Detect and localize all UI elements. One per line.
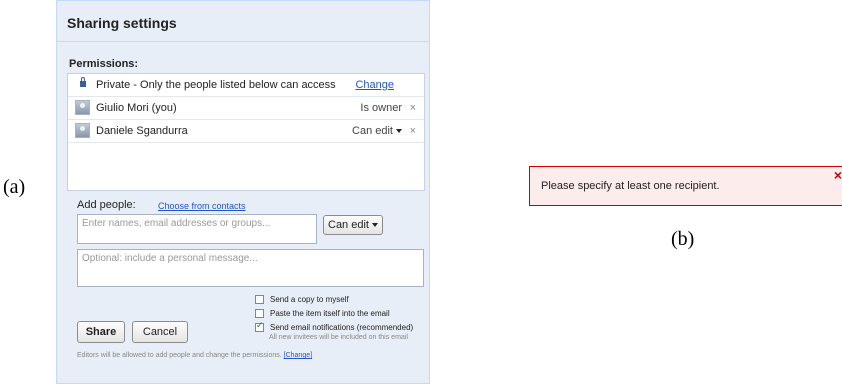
close-icon[interactable]: × — [834, 167, 842, 183]
avatar — [75, 123, 90, 138]
sharing-settings-dialog: Sharing settings Permissions: Private - … — [56, 0, 430, 384]
permissions-heading: Permissions: — [69, 58, 139, 70]
collaborator-name: Giulio Mori (you) — [96, 102, 177, 114]
email-notifications-checkbox[interactable] — [255, 320, 264, 332]
cancel-button[interactable]: Cancel — [132, 321, 188, 343]
choose-from-contacts-link[interactable]: Choose from contacts — [158, 201, 246, 211]
personal-message-input[interactable]: Optional: include a personal message... — [77, 249, 424, 287]
chevron-down-icon — [396, 129, 402, 134]
permission-select-label: Can edit — [328, 219, 369, 231]
title-divider — [57, 41, 429, 42]
footer-text: Editors will be allowed to add people an… — [77, 352, 282, 359]
permissions-list: Private - Only the people listed below c… — [67, 73, 425, 191]
option-label: Send a copy to myself — [270, 294, 349, 304]
error-message-box: Please specify at least one recipient. × — [529, 166, 842, 206]
option-send-copy[interactable]: Send a copy to myself — [255, 293, 349, 305]
option-label: Paste the item itself into the email — [270, 308, 390, 318]
add-people-input[interactable]: Enter names, email addresses or groups..… — [77, 214, 317, 244]
permission-row-visibility: Private - Only the people listed below c… — [68, 74, 424, 97]
change-visibility-link[interactable]: Change — [355, 79, 394, 91]
dialog-title: Sharing settings — [67, 15, 177, 31]
send-copy-checkbox[interactable] — [255, 294, 264, 304]
lock-icon — [80, 77, 86, 87]
footer-change-link[interactable]: [Change] — [284, 352, 312, 359]
figure-label-b: (b) — [671, 228, 695, 250]
role-dropdown-label: Can edit — [352, 125, 393, 137]
option-paste-item[interactable]: Paste the item itself into the email — [255, 307, 390, 319]
role-dropdown[interactable]: Can edit — [352, 125, 402, 137]
collaborator-name: Daniele Sgandurra — [96, 125, 188, 137]
permission-select[interactable]: Can edit — [323, 215, 383, 235]
permissions-footer: Editors will be allowed to add people an… — [77, 352, 312, 359]
share-button[interactable]: Share — [77, 321, 125, 343]
error-message: Please specify at least one recipient. — [541, 180, 720, 192]
chevron-down-icon — [371, 223, 378, 227]
remove-icon[interactable]: × — [410, 125, 416, 137]
options-note: All new invitees will be included on thi… — [269, 334, 408, 341]
permission-row-owner: Giulio Mori (you) Is owner × — [68, 97, 424, 120]
option-email-notifications[interactable]: Send email notifications (recommended) — [255, 320, 414, 333]
remove-icon[interactable]: × — [410, 102, 416, 114]
figure-label-a: (a) — [3, 176, 26, 198]
paste-item-checkbox[interactable] — [255, 308, 264, 318]
role-label: Is owner — [360, 102, 402, 114]
option-label: Send email notifications (recommended) — [270, 322, 414, 332]
avatar — [75, 100, 90, 115]
permission-row-editor: Daniele Sgandurra Can edit × — [68, 120, 424, 143]
add-people-label: Add people: — [77, 199, 136, 211]
visibility-label: Private - Only the people listed below c… — [96, 79, 336, 91]
